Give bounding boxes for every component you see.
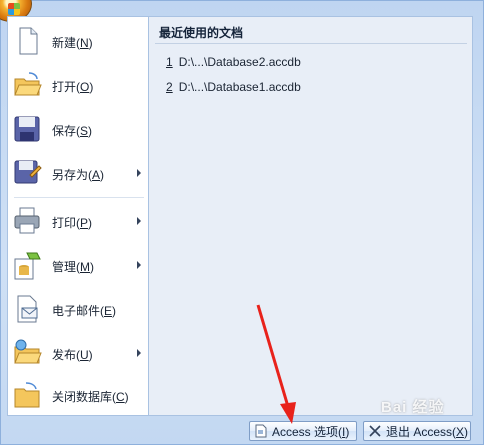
recent-separator	[155, 43, 467, 44]
submenu-arrow-icon	[137, 217, 141, 225]
menu-separator	[14, 197, 144, 198]
menu-item-label: 打开(O)	[52, 80, 94, 94]
printer-icon	[14, 207, 40, 234]
access-options-button[interactable]: Access 选项(I)	[249, 421, 357, 441]
new-document-icon	[19, 27, 38, 55]
exit-access-button[interactable]: 退出 Access(X)	[363, 421, 471, 441]
menu-item-save-as[interactable]: 另存为(A)	[8, 151, 148, 195]
menu-item-new[interactable]: 新建(N)	[8, 19, 148, 63]
recent-file-number: 2	[166, 80, 173, 94]
menu-item-label: 管理(M)	[52, 260, 94, 274]
recent-documents-panel: 最近使用的文档 1 D:\...\Database2.accdb 2 D:\...\…	[148, 16, 473, 416]
menu-item-label: 保存(S)	[52, 124, 93, 138]
menu-item-label: 另存为(A)	[52, 168, 105, 182]
office-logo-icon	[8, 3, 20, 15]
exit-access-label: 退出 Access(X)	[386, 424, 469, 439]
menu-item-close-database[interactable]: 关闭数据库(C)	[8, 373, 148, 417]
menu-item-label: 关闭数据库(C)	[52, 390, 129, 404]
menu-item-email[interactable]: 电子邮件(E)	[8, 287, 148, 331]
close-database-icon	[14, 382, 40, 408]
manage-database-icon	[14, 252, 41, 280]
menu-item-label: 新建(N)	[52, 36, 93, 50]
submenu-arrow-icon	[137, 349, 141, 357]
close-x-icon	[369, 425, 381, 437]
menu-item-label: 电子邮件(E)	[52, 304, 117, 318]
options-document-icon	[255, 424, 267, 438]
menu-item-label: 打印(P)	[52, 216, 93, 230]
submenu-arrow-icon	[137, 169, 141, 177]
menu-item-print[interactable]: 打印(P)	[8, 199, 148, 243]
save-disk-icon	[14, 116, 40, 142]
recent-file-item[interactable]: 2 D:\...\Database1.accdb	[166, 80, 301, 94]
recent-file-number: 1	[166, 55, 173, 69]
access-options-label: Access 选项(I)	[272, 424, 350, 439]
email-icon	[17, 295, 38, 323]
open-folder-icon	[14, 72, 42, 96]
recent-documents-title: 最近使用的文档	[159, 26, 244, 40]
menu-item-open[interactable]: 打开(O)	[8, 63, 148, 107]
command-panel: 新建(N) 打开(O) 保存(S) 另存为(A) 打印(P) 管理(M) 电子邮…	[7, 16, 148, 416]
recent-file-path: D:\...\Database2.accdb	[178, 55, 301, 69]
recent-file-item[interactable]: 1 D:\...\Database2.accdb	[166, 55, 301, 69]
menu-item-label: 发布(U)	[52, 348, 93, 362]
watermark: Bai 经验	[381, 399, 445, 416]
submenu-arrow-icon	[137, 261, 141, 269]
menu-item-publish[interactable]: 发布(U)	[8, 331, 148, 375]
menu-item-save[interactable]: 保存(S)	[8, 107, 148, 151]
save-as-icon	[14, 160, 42, 184]
recent-file-path: D:\...\Database1.accdb	[178, 80, 301, 94]
menu-item-manage[interactable]: 管理(M)	[8, 243, 148, 287]
publish-folder-icon	[14, 339, 42, 364]
